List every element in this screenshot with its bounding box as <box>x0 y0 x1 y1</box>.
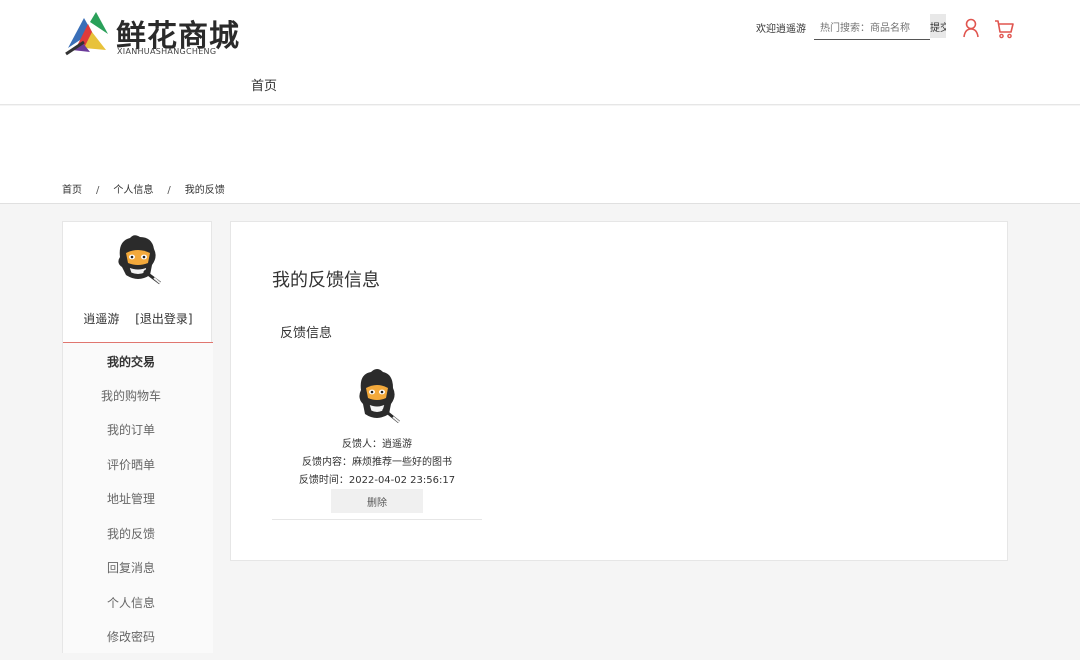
nav-home-link[interactable]: 首页 <box>251 75 277 94</box>
search-input[interactable] <box>814 18 930 40</box>
breadcrumb-profile[interactable]: 个人信息 <box>113 185 153 196</box>
sidebar-item-reviews[interactable]: 评价晒单 <box>63 456 199 473</box>
sidebar-username: 逍遥游 <box>83 312 120 326</box>
section-title: 反馈信息 <box>280 326 333 341</box>
logout-link[interactable]: [退出登录] <box>135 312 192 326</box>
user-icon[interactable] <box>962 18 980 38</box>
breadcrumb-current[interactable]: 我的反馈 <box>185 185 225 196</box>
sidebar-item-address[interactable]: 地址管理 <box>63 490 199 507</box>
breadcrumb-home[interactable]: 首页 <box>62 185 82 196</box>
main-panel: 我的反馈信息 反馈信息 反馈人：逍遥游 反馈内容：麻烦推荐一些好的图书 反馈时间… <box>230 221 1008 561</box>
feedback-person: 反馈人：逍遥游 <box>342 439 412 450</box>
feedback-avatar <box>359 369 400 424</box>
breadcrumb-separator: / <box>167 185 171 196</box>
cart-icon[interactable] <box>994 19 1014 39</box>
sidebar-item-feedback[interactable]: 我的反馈 <box>63 525 199 542</box>
sidebar: 逍遥游 [退出登录] 我的交易 我的购物车 我的订单 评价晒单 地址管理 我的反… <box>62 221 213 653</box>
feedback-time: 反馈时间：2022-04-02 23:56:17 <box>298 475 456 486</box>
sidebar-user: 逍遥游 [退出登录] <box>63 310 213 327</box>
search-submit-button[interactable]: 提交 <box>930 14 946 38</box>
sidebar-menu: 我的交易 我的购物车 我的订单 评价晒单 地址管理 我的反馈 回复消息 个人信息… <box>63 343 213 653</box>
logo-mark-icon <box>65 12 108 56</box>
page-title: 我的反馈信息 <box>272 270 380 291</box>
site-logo[interactable]: 鲜花商城 XIANHUASHANGCHENG <box>62 8 239 60</box>
welcome-text: 欢迎逍遥游 <box>756 24 806 35</box>
breadcrumb: 首页 / 个人信息 / 我的反馈 <box>62 181 225 196</box>
breadcrumb-bar: 首页 / 个人信息 / 我的反馈 <box>0 106 1080 204</box>
sidebar-menu-heading: 我的交易 <box>106 355 155 369</box>
breadcrumb-separator: / <box>96 185 100 196</box>
sidebar-item-orders[interactable]: 我的订单 <box>63 421 199 438</box>
site-header: 鲜花商城 XIANHUASHANGCHENG 首页 欢迎逍遥游 提交 <box>0 0 1080 105</box>
feedback-card: 反馈人：逍遥游 反馈内容：麻烦推荐一些好的图书 反馈时间：2022-04-02 … <box>272 362 482 520</box>
sidebar-item-profile[interactable]: 个人信息 <box>63 594 199 611</box>
sidebar-item-messages[interactable]: 回复消息 <box>63 559 199 576</box>
sidebar-item-password[interactable]: 修改密码 <box>63 628 199 645</box>
sidebar-item-cart[interactable]: 我的购物车 <box>63 387 199 404</box>
delete-feedback-button[interactable]: 删除 <box>331 489 423 513</box>
feedback-content: 反馈内容：麻烦推荐一些好的图书 <box>302 457 452 468</box>
brand-subtitle: XIANHUASHANGCHENG <box>117 47 217 56</box>
avatar <box>118 235 161 285</box>
